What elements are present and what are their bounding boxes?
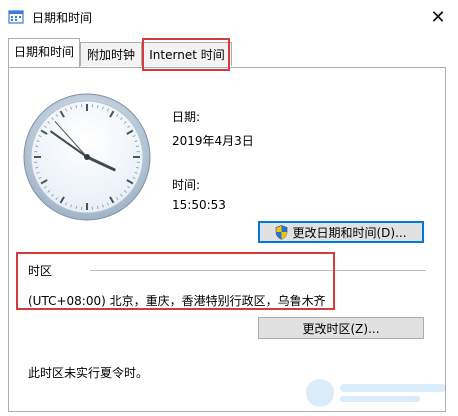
title-bar: 日期和时间 ✕ [0, 0, 458, 34]
analog-clock [23, 93, 151, 221]
highlight-timezone [16, 252, 335, 310]
tab-additional-clocks[interactable]: 附加时钟 [80, 42, 142, 66]
highlight-internet-time [142, 38, 230, 71]
clock-minute-mark [75, 205, 78, 209]
clock-minute-mark [96, 205, 99, 209]
calendar-clock-icon [8, 10, 24, 24]
date-label: 日期: [172, 110, 201, 124]
time-value: 15:50:53 [172, 198, 226, 212]
clock-minute-mark [75, 105, 78, 109]
uac-shield-icon [276, 224, 288, 240]
clock-minute-mark [35, 166, 39, 169]
date-value: 2019年4月3日 [172, 134, 254, 148]
change-date-time-button[interactable]: 更改日期和时间(D)... [258, 221, 424, 243]
tab-date-time[interactable]: 日期和时间 [8, 38, 80, 67]
time-label: 时间: [172, 178, 201, 192]
dst-note: 此时区未实行夏令时。 [28, 366, 149, 380]
change-date-time-label: 更改日期和时间(D)... [292, 225, 407, 240]
close-icon: ✕ [430, 6, 446, 28]
change-timezone-button[interactable]: 更改时区(Z)... [258, 317, 424, 339]
clock-minute-mark [135, 166, 139, 169]
watermark-logo [306, 379, 446, 407]
change-timezone-label: 更改时区(Z)... [302, 321, 380, 336]
clock-minute-mark [35, 145, 39, 148]
close-button[interactable]: ✕ [418, 0, 458, 34]
clock-minute-mark [96, 105, 99, 109]
clock-minute-mark [135, 145, 139, 148]
window-title: 日期和时间 [32, 11, 93, 25]
